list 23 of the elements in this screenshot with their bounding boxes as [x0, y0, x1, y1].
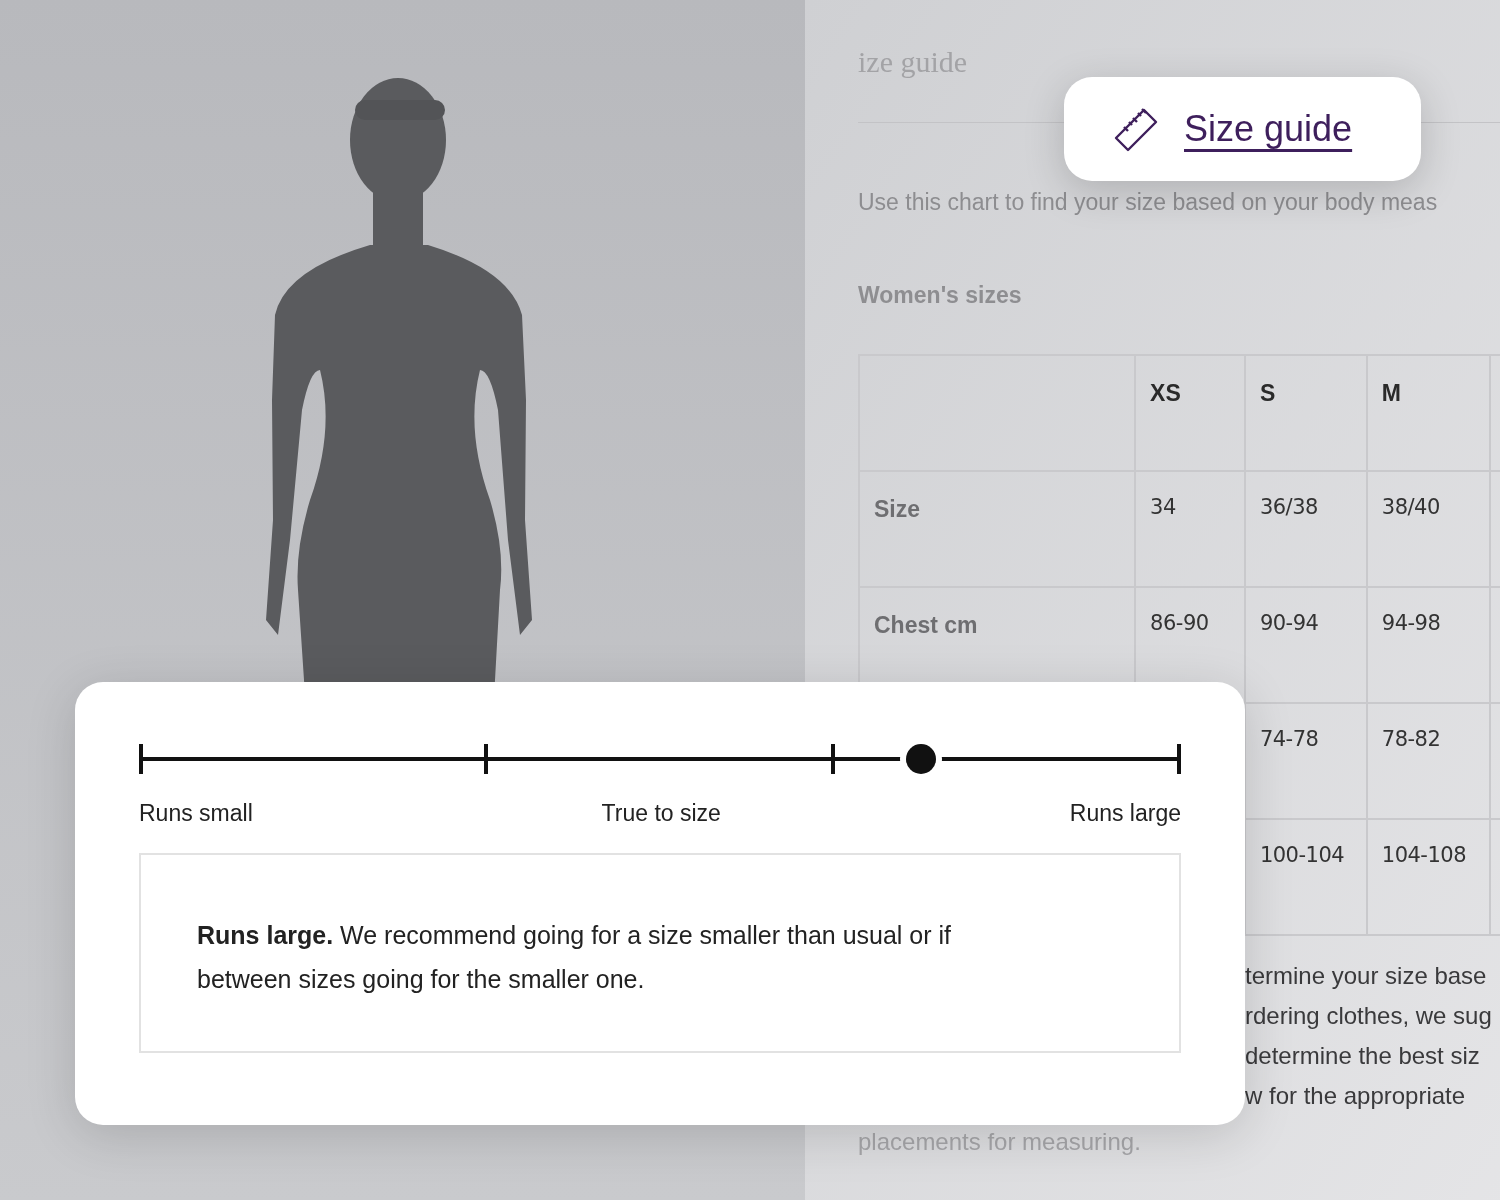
table-cell: 34	[1135, 471, 1245, 587]
column-header: M	[1366, 355, 1490, 471]
row-label: Size	[859, 471, 1136, 587]
table-cell: 90-94	[1244, 587, 1367, 703]
scale-label: True to size	[601, 799, 721, 828]
column-header: XS	[1135, 355, 1245, 471]
intro-text: Use this chart to find your size based on your body meas	[858, 188, 1438, 217]
note-text: rdering clothes, we sug	[1245, 1001, 1492, 1031]
scale-label: Runs small	[139, 799, 253, 828]
note-text: w for the appropriate	[1245, 1081, 1466, 1111]
note-text: termine your size base	[1245, 961, 1487, 991]
table-cell: 104-108	[1366, 819, 1490, 935]
table-cell: 94-98	[1366, 587, 1490, 703]
table-cell: 78-82	[1366, 703, 1490, 819]
table-cell: 38/40	[1366, 471, 1490, 587]
fit-description: Runs large. We recommend going for a size smaller than usual or if between sizes going for the smaller one.	[197, 919, 953, 995]
table-cell: 36/38	[1244, 471, 1367, 587]
size-guide-link[interactable]: Size guide	[1184, 102, 1353, 156]
ruler-icon	[1112, 105, 1160, 153]
section-title: Women's sizes	[858, 280, 1022, 310]
note-text: determine the best siz	[1245, 1041, 1480, 1071]
scale-label: Runs large	[1069, 799, 1181, 828]
column-header: S	[1244, 355, 1367, 471]
